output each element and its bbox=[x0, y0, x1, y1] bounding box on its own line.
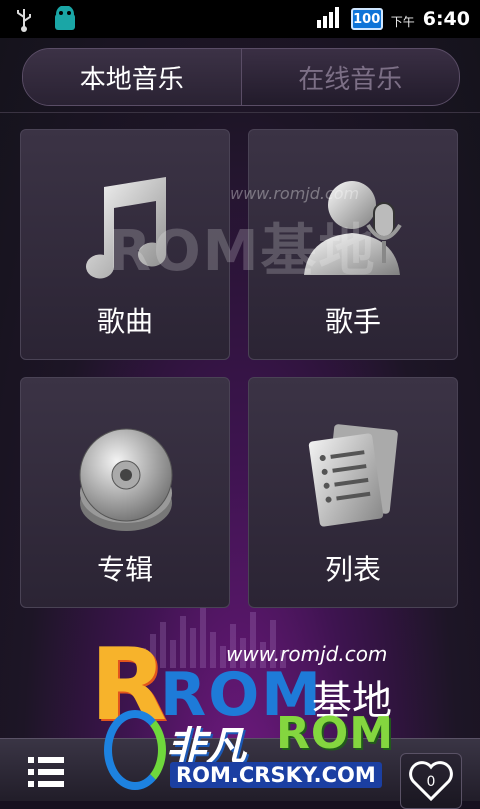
albums-label: 专辑 bbox=[96, 553, 153, 586]
document-list-icon bbox=[308, 424, 398, 527]
feifan-url: ROM.CRSKY.COM bbox=[170, 762, 382, 788]
main-area: 本地音乐 在线音乐 歌曲 歌手 专辑 列表 www.romjd.com ROM基… bbox=[0, 38, 480, 809]
feifan-rom-logo: 非凡 ROM ROM.CRSKY.COM bbox=[104, 700, 404, 800]
artists-label: 歌手 bbox=[324, 305, 381, 338]
clock-ampm: 下午 bbox=[390, 14, 415, 29]
tab-bar: 本地音乐 在线音乐 bbox=[22, 48, 460, 106]
divider bbox=[0, 112, 480, 113]
playlists-label: 列表 bbox=[324, 553, 381, 586]
tab-local-music[interactable]: 本地音乐 bbox=[23, 49, 242, 105]
watermark-url-top: www.romjd.com bbox=[230, 184, 360, 203]
android-debug-icon bbox=[52, 5, 78, 38]
favorites-button[interactable]: 0 bbox=[400, 753, 462, 809]
signal-icon bbox=[316, 6, 343, 32]
feifan-circle-mark bbox=[104, 710, 166, 790]
status-bar: 100 下午 6:40 bbox=[0, 0, 480, 38]
feifan-rom-text: ROM bbox=[276, 708, 395, 759]
albums-tile[interactable]: 专辑 bbox=[20, 377, 230, 608]
playlists-tile[interactable]: 列表 bbox=[248, 377, 458, 608]
playlist-button[interactable] bbox=[26, 753, 66, 793]
songs-label: 歌曲 bbox=[96, 305, 153, 338]
cd-stack-icon bbox=[79, 428, 173, 531]
battery-indicator: 100 bbox=[350, 8, 383, 30]
list-icon bbox=[28, 757, 64, 787]
usb-icon bbox=[14, 7, 34, 37]
watermark-text-top: ROM基地 bbox=[108, 219, 377, 284]
favorites-count: 0 bbox=[426, 774, 436, 790]
tab-online-music[interactable]: 在线音乐 bbox=[242, 49, 460, 105]
clock-time: 6:40 bbox=[422, 8, 470, 30]
